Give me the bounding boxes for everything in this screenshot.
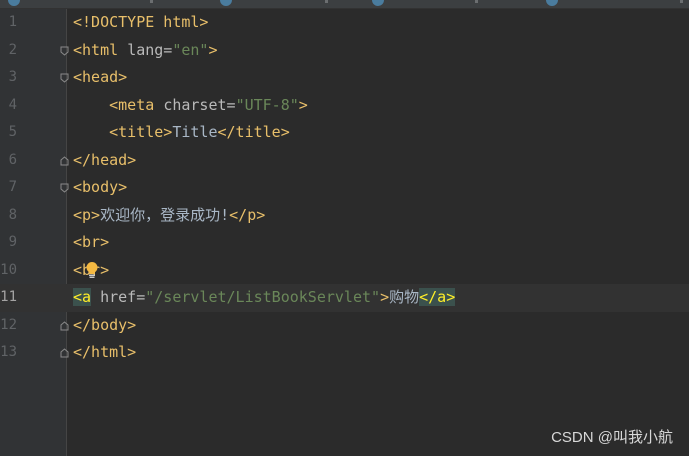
code-token: <p> [73,205,101,224]
editor-tab-strip[interactable] [0,0,689,9]
fold-marker-icon[interactable] [60,155,69,165]
tab-separator [325,0,328,3]
line-number[interactable]: 11 [0,284,17,312]
code-token: </body> [73,315,137,334]
code-token: <body> [73,178,128,196]
line-number[interactable]: 10 [0,257,17,285]
fold-marker-icon[interactable] [60,73,69,83]
fold-marker-icon[interactable] [60,320,69,330]
code-token: charset= [163,95,236,114]
code-token: > [298,95,308,114]
code-line[interactable]: <body> [73,174,127,202]
code-line[interactable]: <meta charset="UTF-8"> [73,92,308,120]
line-number[interactable]: 12 [0,312,17,340]
code-token: "en" [172,40,209,59]
code-token: "/servlet/ListBookServlet" [145,288,381,306]
code-token: </head> [73,150,137,169]
code-line[interactable]: <br> [73,229,109,257]
file-tab-icon[interactable] [372,0,384,6]
watermark: CSDN @叫我小航 [551,429,673,446]
line-number[interactable]: 2 [0,37,17,65]
tab-separator [680,0,683,3]
line-number[interactable]: 1 [0,9,17,37]
code-token: <html [73,40,128,59]
code-token: <br> [73,233,110,251]
code-line[interactable]: </head> [73,147,136,175]
code-token: <head> [73,68,128,86]
code-token: <!DOCTYPE html> [73,13,209,31]
code-token: <title> [109,123,173,141]
code-token: > [380,288,390,306]
code-token: </p> [229,205,266,224]
file-tab-icon[interactable] [546,0,558,6]
code-editor[interactable] [67,9,689,456]
lightbulb-icon[interactable] [85,261,99,279]
fold-marker-icon[interactable] [60,348,69,358]
line-number[interactable]: 5 [0,119,17,147]
code-token: href= [91,288,146,306]
code-token: "UTF-8" [235,95,299,114]
file-tab-icon[interactable] [220,0,232,6]
code-line[interactable]: </body> [73,312,136,340]
line-number[interactable]: 13 [0,339,17,367]
code-token: lang= [127,40,173,59]
code-token: </html> [73,343,137,361]
code-line[interactable]: <head> [73,64,127,92]
line-number[interactable]: 6 [0,147,17,175]
code-token: </title> [217,123,290,141]
code-token: > [208,40,218,59]
code-token: <meta [109,95,164,114]
code-line[interactable]: </html> [73,339,136,367]
code-line[interactable]: <html lang="en"> [73,37,218,65]
line-number[interactable]: 7 [0,174,17,202]
line-number[interactable]: 8 [0,202,17,230]
code-token: 欢迎你，登录成功! [100,205,230,224]
line-number[interactable]: 4 [0,92,17,120]
code-line[interactable]: <!DOCTYPE html> [73,9,208,37]
fold-marker-icon[interactable] [60,46,69,56]
code-line[interactable]: <p>欢迎你，登录成功!</p> [73,202,265,230]
line-number[interactable]: 9 [0,229,17,257]
tab-separator [150,0,153,3]
code-token: 购物 [389,288,420,306]
code-line[interactable]: <a href="/servlet/ListBookServlet">购物</a… [73,284,456,312]
matched-tag-token: </a> [419,288,456,306]
code-line[interactable]: <title>Title</title> [73,119,290,147]
file-tab-icon[interactable] [8,0,20,6]
code-token: Title [172,123,218,141]
matched-tag-token: <a [73,288,92,306]
fold-marker-icon[interactable] [60,183,69,193]
line-number[interactable]: 3 [0,64,17,92]
tab-separator [475,0,478,3]
